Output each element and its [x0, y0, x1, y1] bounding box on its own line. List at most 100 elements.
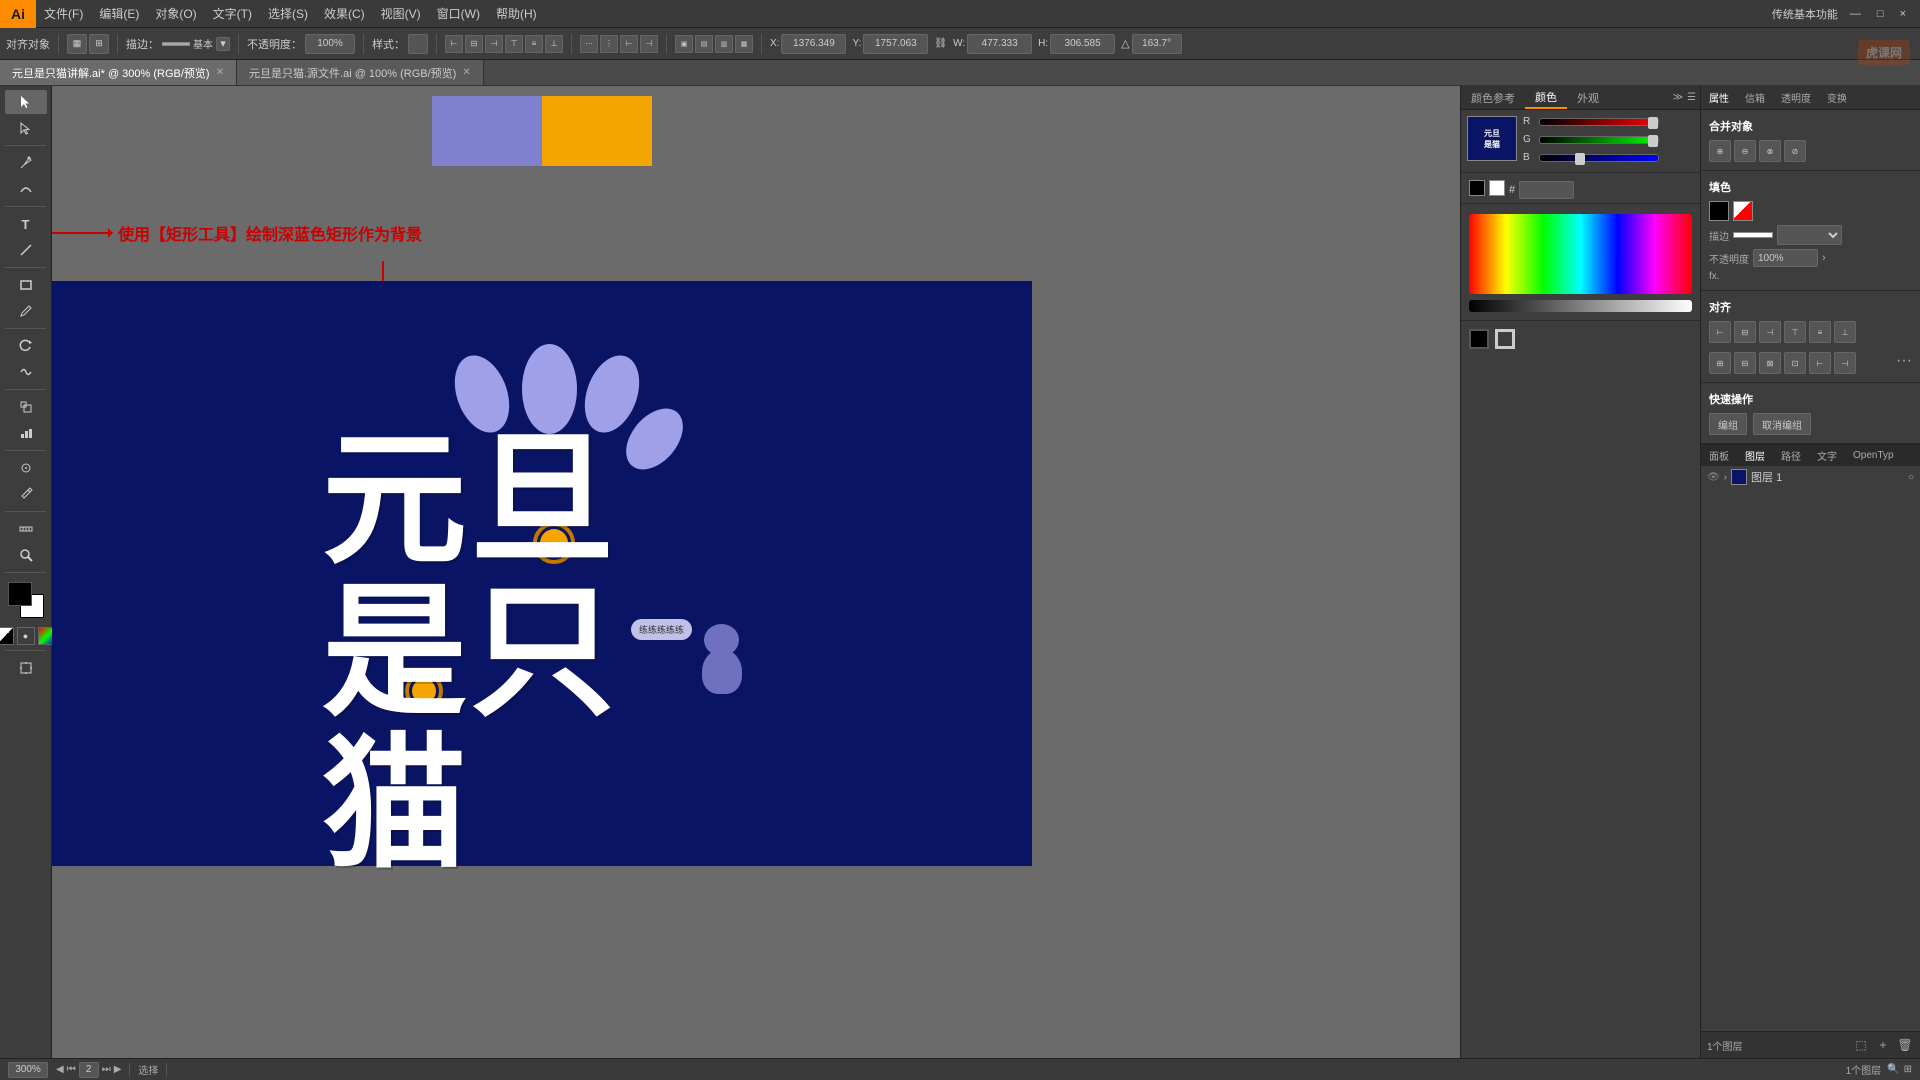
stroke-dropdown-prop[interactable] — [1777, 225, 1842, 245]
window-close[interactable]: × — [1896, 8, 1910, 20]
menu-text[interactable]: 文字(T) — [205, 0, 260, 27]
tab-color[interactable]: 颜色 — [1525, 86, 1567, 109]
more-align-2[interactable]: ▤ — [695, 35, 713, 53]
measure-tool[interactable] — [5, 517, 47, 541]
stroke-color-prop[interactable] — [1733, 232, 1773, 238]
line-tool[interactable] — [5, 238, 47, 262]
tab-inactive[interactable]: 元旦是只猫.源文件.ai @ 100% (RGB/预览) ✕ — [237, 60, 484, 85]
curvature-tool[interactable] — [5, 177, 47, 201]
more-align-4[interactable]: ▦ — [735, 35, 753, 53]
r-slider-thumb[interactable] — [1648, 117, 1658, 129]
b-slider-thumb[interactable] — [1575, 153, 1585, 165]
artboard-tool[interactable] — [5, 656, 47, 680]
tab-properties[interactable]: 属性 — [1701, 86, 1737, 109]
dist-center-btn[interactable]: ⊟ — [1734, 352, 1756, 374]
stroke-dropdown[interactable]: ▾ — [216, 37, 230, 51]
last-page-btn[interactable]: ⏭ — [102, 1064, 111, 1075]
align-bottom-icon[interactable]: ⊥ — [545, 35, 563, 53]
bw-gradient[interactable] — [1469, 300, 1692, 312]
menu-select[interactable]: 选择(S) — [260, 0, 316, 27]
align-top-btn[interactable]: ⊤ — [1784, 321, 1806, 343]
direct-selection-tool[interactable] — [5, 116, 47, 140]
zoom-input[interactable] — [8, 1062, 48, 1078]
more-align-icon[interactable]: ··· — [1896, 352, 1912, 374]
menu-help[interactable]: 帮助(H) — [488, 0, 545, 27]
color-selector[interactable] — [8, 582, 44, 618]
opacity-input[interactable] — [305, 34, 355, 54]
w-input[interactable] — [967, 34, 1032, 54]
bottom-tab-text[interactable]: 文字 — [1809, 445, 1845, 466]
color-spectrum[interactable] — [1469, 214, 1692, 294]
align-right-btn[interactable]: ⊣ — [1759, 321, 1781, 343]
opacity-expand-arrow[interactable]: › — [1822, 252, 1826, 264]
combine-minus[interactable]: ⊖ — [1734, 140, 1756, 162]
dist-bottom-btn[interactable]: ⊣ — [1834, 352, 1856, 374]
bottom-tab-opentype[interactable]: OpenTyp — [1845, 445, 1902, 466]
tab-info[interactable]: 信箱 — [1737, 86, 1773, 109]
foreground-color-box[interactable] — [8, 582, 32, 606]
paintbrush-tool[interactable] — [5, 299, 47, 323]
tab-transform[interactable]: 变换 — [1819, 86, 1855, 109]
first-page-btn[interactable]: ⏮ — [67, 1064, 76, 1075]
combine-unite[interactable]: ⊕ — [1709, 140, 1731, 162]
opacity-prop-input[interactable] — [1753, 249, 1818, 267]
distribute-left-icon[interactable]: ⊢ — [620, 35, 638, 53]
dist-left-btn[interactable]: ⊞ — [1709, 352, 1731, 374]
dist-middle-btn[interactable]: ⊢ — [1809, 352, 1831, 374]
window-minimize[interactable]: — — [1846, 8, 1865, 20]
menu-file[interactable]: 文件(F) — [36, 0, 91, 27]
selection-tool[interactable] — [5, 90, 47, 114]
stroke-preview[interactable] — [162, 42, 190, 46]
type-tool[interactable]: T — [5, 212, 47, 236]
cancel-group-btn[interactable]: 取消编组 — [1753, 413, 1811, 435]
menu-object[interactable]: 对象(O) — [147, 0, 204, 27]
layer-visibility-icon[interactable]: 👁 — [1707, 472, 1720, 483]
tab-active[interactable]: 元旦是只猫讲解.ai* @ 300% (RGB/预览) ✕ — [0, 60, 237, 85]
tab-color-reference[interactable]: 颜色参考 — [1461, 86, 1525, 109]
edit-group-btn[interactable]: 编组 — [1709, 413, 1747, 435]
align-left-btn[interactable]: ⊢ — [1709, 321, 1731, 343]
graph-tool[interactable] — [5, 421, 47, 445]
layer-target-icon[interactable]: ○ — [1908, 472, 1914, 483]
rotate-tool[interactable] — [5, 334, 47, 358]
stroke-preview-box[interactable] — [1495, 329, 1515, 349]
align-right-icon[interactable]: ⊣ — [485, 35, 503, 53]
tab-inactive-close[interactable]: ✕ — [462, 67, 470, 78]
status-grid-icon[interactable]: ⊞ — [1904, 1064, 1912, 1075]
g-slider[interactable] — [1539, 136, 1659, 144]
window-maximize[interactable]: □ — [1873, 8, 1888, 20]
align-center-h-icon[interactable]: ⊟ — [465, 35, 483, 53]
white-swatch[interactable] — [1489, 180, 1505, 196]
eyedropper-tool[interactable] — [5, 482, 47, 506]
layer-lock-icon[interactable]: › — [1724, 472, 1727, 483]
menu-edit[interactable]: 编辑(E) — [91, 0, 147, 27]
new-layer-btn[interactable]: + — [1874, 1036, 1892, 1054]
panel-expand-icon[interactable]: ≫ — [1673, 92, 1683, 103]
g-slider-thumb[interactable] — [1648, 135, 1658, 147]
status-search-icon[interactable]: 🔍 — [1887, 1064, 1899, 1075]
delete-layer-btn[interactable]: 🗑 — [1896, 1036, 1914, 1054]
panel-menu-icon[interactable]: ☰ — [1687, 92, 1696, 103]
distribute-v-icon[interactable]: ⋮ — [600, 35, 618, 53]
fx-label[interactable]: fx. — [1709, 271, 1912, 282]
more-align-1[interactable]: ▣ — [675, 35, 693, 53]
scale-tool[interactable] — [5, 395, 47, 419]
align-center-v-icon[interactable]: ≡ — [525, 35, 543, 53]
dist-right-btn[interactable]: ⊠ — [1759, 352, 1781, 374]
pen-tool[interactable] — [5, 151, 47, 175]
menu-effect[interactable]: 效果(C) — [316, 0, 373, 27]
distribute-h-icon[interactable]: ⋯ — [580, 35, 598, 53]
warp-tool[interactable] — [5, 360, 47, 384]
combine-intersect[interactable]: ⊗ — [1759, 140, 1781, 162]
page-input[interactable] — [79, 1062, 99, 1078]
tab-appearance[interactable]: 外观 — [1567, 86, 1609, 109]
make-sublayer-btn[interactable]: ⬚ — [1852, 1036, 1870, 1054]
x-input[interactable] — [781, 34, 846, 54]
fill-preview[interactable] — [1469, 329, 1489, 349]
b-slider[interactable] — [1539, 154, 1659, 162]
bottom-tab-paths[interactable]: 路径 — [1773, 445, 1809, 466]
align-center-v-btn[interactable]: ≡ — [1809, 321, 1831, 343]
selection-option-btn[interactable]: ▦ — [67, 34, 87, 54]
more-align-3[interactable]: ▥ — [715, 35, 733, 53]
rectangle-tool[interactable] — [5, 273, 47, 297]
